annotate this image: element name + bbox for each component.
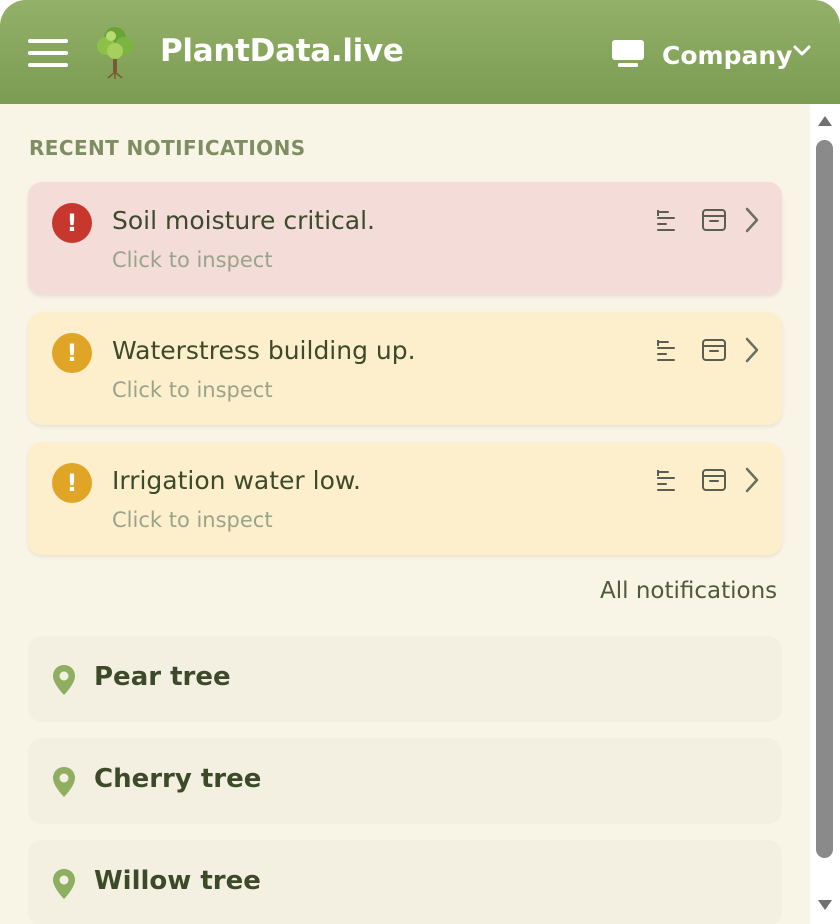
chevron-right-icon[interactable] bbox=[738, 206, 766, 234]
critical-alert-icon: ! bbox=[52, 203, 92, 243]
archive-icon[interactable] bbox=[700, 206, 728, 234]
scrollbar-thumb[interactable] bbox=[816, 140, 833, 858]
monitor-icon bbox=[612, 40, 644, 67]
notification-subtitle: Click to inspect bbox=[112, 508, 273, 532]
app-header: PlantData.live Company bbox=[0, 0, 840, 104]
notification-title: Irrigation water low. bbox=[112, 466, 361, 495]
app-title: PlantData.live bbox=[160, 33, 404, 69]
location-label: Willow tree bbox=[94, 866, 261, 896]
location-item[interactable]: Pear tree bbox=[28, 636, 782, 722]
chevron-down-icon bbox=[793, 45, 811, 56]
company-label: Company bbox=[662, 41, 793, 70]
notification-subtitle: Click to inspect bbox=[112, 248, 273, 272]
location-item[interactable]: Willow tree bbox=[28, 840, 782, 924]
scroll-down-arrow-icon[interactable] bbox=[816, 898, 834, 912]
notification-card[interactable]: ! Waterstress building up. Click to insp… bbox=[28, 312, 782, 425]
map-pin-icon bbox=[53, 767, 75, 797]
location-label: Cherry tree bbox=[94, 764, 262, 794]
notification-title: Soil moisture critical. bbox=[112, 206, 376, 235]
all-notifications-link[interactable]: All notifications bbox=[600, 578, 777, 604]
warning-alert-icon: ! bbox=[52, 463, 92, 503]
notification-title: Waterstress building up. bbox=[112, 336, 416, 365]
notification-subtitle: Click to inspect bbox=[112, 378, 273, 402]
sort-icon[interactable] bbox=[654, 336, 682, 364]
location-label: Pear tree bbox=[94, 662, 231, 692]
app-window: PlantData.live Company RECENT NOTIFICATI… bbox=[0, 0, 840, 924]
location-item[interactable]: Cherry tree bbox=[28, 738, 782, 824]
company-selector[interactable]: Company bbox=[608, 34, 818, 74]
notification-card[interactable]: ! Irrigation water low. Click to inspect bbox=[28, 442, 782, 555]
notification-card[interactable]: ! Soil moisture critical. Click to inspe… bbox=[28, 182, 782, 295]
section-label-recent-notifications: RECENT NOTIFICATIONS bbox=[29, 136, 306, 160]
sort-icon[interactable] bbox=[654, 206, 682, 234]
sort-icon[interactable] bbox=[654, 466, 682, 494]
archive-icon[interactable] bbox=[700, 336, 728, 364]
chevron-right-icon[interactable] bbox=[738, 466, 766, 494]
vertical-scrollbar[interactable] bbox=[810, 104, 840, 924]
warning-alert-icon: ! bbox=[52, 333, 92, 373]
scroll-up-arrow-icon[interactable] bbox=[816, 114, 834, 128]
map-pin-icon bbox=[53, 665, 75, 695]
tree-logo-icon bbox=[97, 27, 133, 79]
chevron-right-icon[interactable] bbox=[738, 336, 766, 364]
hamburger-menu-icon[interactable] bbox=[28, 37, 68, 69]
archive-icon[interactable] bbox=[700, 466, 728, 494]
map-pin-icon bbox=[53, 869, 75, 899]
